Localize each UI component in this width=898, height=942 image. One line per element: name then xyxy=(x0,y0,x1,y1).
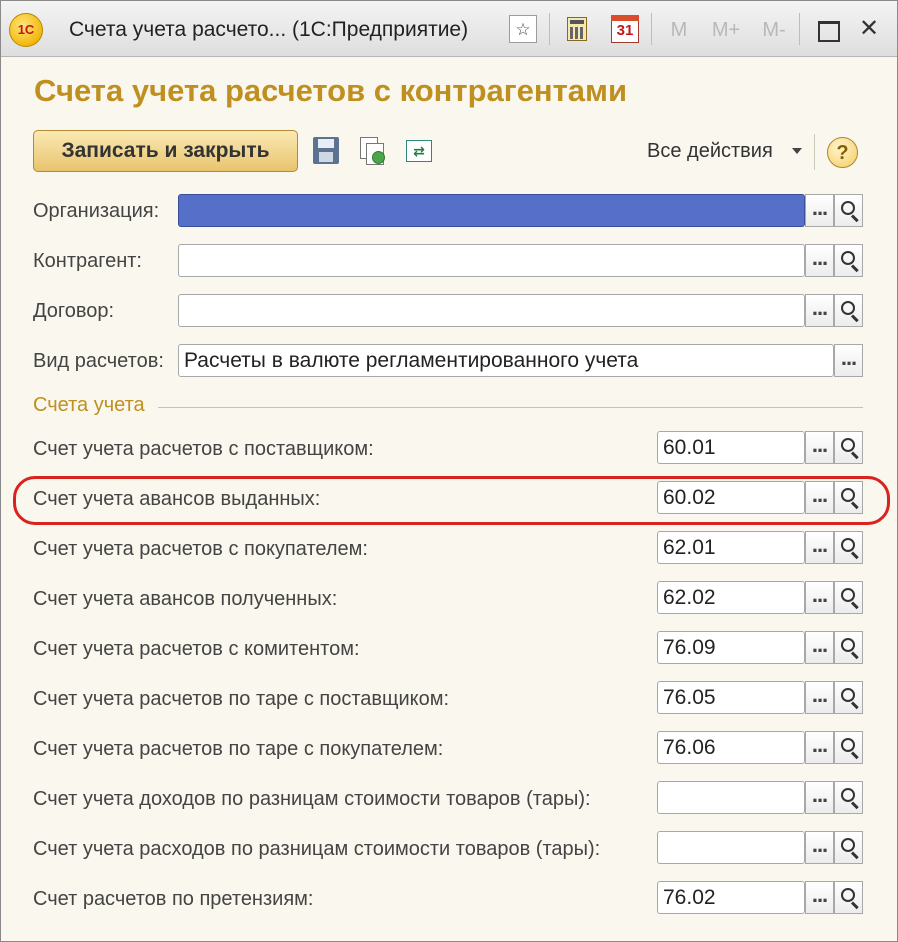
contract-choose-button[interactable]: ... xyxy=(805,294,834,327)
copy-documents-icon[interactable] xyxy=(358,135,388,167)
account-label: Счет учета расходов по разницам стоимост… xyxy=(33,838,601,860)
account-field[interactable]: 76.09 xyxy=(657,631,805,664)
page-title: Счета учета расчетов с контрагентами xyxy=(34,73,628,108)
memory-m-button[interactable]: M xyxy=(665,16,693,44)
floppy-disk-icon[interactable] xyxy=(311,135,341,167)
account-label: Счет учета расчетов с поставщиком: xyxy=(33,438,374,460)
window-title: Счета учета расчето... (1С:Предприятие) xyxy=(69,18,469,41)
title-separator xyxy=(799,13,800,45)
account-choose-button[interactable]: ... xyxy=(805,731,834,764)
magnifier-icon[interactable] xyxy=(834,681,863,714)
magnifier-icon[interactable] xyxy=(834,531,863,564)
toolbar-separator xyxy=(814,134,815,170)
organization-choose-button[interactable]: ... xyxy=(805,194,834,227)
calculator-icon[interactable] xyxy=(563,15,591,43)
window: 1С Счета учета расчето... (1С:Предприяти… xyxy=(0,0,898,942)
settlement-type-field[interactable]: Расчеты в валюте регламентированного уче… xyxy=(178,344,834,377)
organization-field[interactable] xyxy=(178,194,805,227)
account-label: Счет расчетов по претензиям: xyxy=(33,888,314,910)
account-field[interactable]: 76.06 xyxy=(657,731,805,764)
magnifier-icon[interactable] xyxy=(834,194,863,227)
account-label: Счет учета расчетов по таре с поставщико… xyxy=(33,688,450,710)
counterparty-choose-button[interactable]: ... xyxy=(805,244,834,277)
account-choose-button[interactable]: ... xyxy=(805,681,834,714)
contract-label: Договор: xyxy=(33,300,115,322)
title-bar: 1С Счета учета расчето... (1С:Предприяти… xyxy=(1,1,897,57)
account-choose-button[interactable]: ... xyxy=(805,581,834,614)
account-field[interactable]: 76.05 xyxy=(657,681,805,714)
account-label: Счет учета расчетов по таре с покупателе… xyxy=(33,738,444,760)
account-field[interactable] xyxy=(657,781,805,814)
highlight-annotation xyxy=(13,476,890,525)
account-choose-button[interactable]: ... xyxy=(805,431,834,464)
save-and-close-button[interactable]: Записать и закрыть xyxy=(33,130,298,172)
settlement-type-choose-button[interactable]: ... xyxy=(834,344,863,377)
accounts-group-title: Счета учета xyxy=(33,394,145,416)
magnifier-icon[interactable] xyxy=(834,431,863,464)
account-field[interactable]: 76.02 xyxy=(657,881,805,914)
account-choose-button[interactable]: ... xyxy=(805,531,834,564)
account-field[interactable] xyxy=(657,831,805,864)
account-label: Счет учета расчетов с покупателем: xyxy=(33,538,368,560)
contract-field[interactable] xyxy=(178,294,805,327)
account-choose-button[interactable]: ... xyxy=(805,881,834,914)
magnifier-icon[interactable] xyxy=(834,294,863,327)
magnifier-icon[interactable] xyxy=(834,881,863,914)
counterparty-label: Контрагент: xyxy=(33,250,142,272)
app-logo-icon: 1С xyxy=(9,13,43,47)
title-separator xyxy=(651,13,652,45)
organization-label: Организация: xyxy=(33,200,160,222)
title-separator xyxy=(549,13,550,45)
maximize-icon[interactable] xyxy=(813,15,841,43)
chevron-down-icon[interactable] xyxy=(792,148,802,154)
memory-plus-button[interactable]: M+ xyxy=(707,16,745,44)
memory-minus-button[interactable]: M- xyxy=(755,16,793,44)
account-field[interactable]: 62.01 xyxy=(657,531,805,564)
magnifier-icon[interactable] xyxy=(834,244,863,277)
star-icon[interactable]: ☆ xyxy=(509,15,537,43)
magnifier-icon[interactable] xyxy=(834,731,863,764)
magnifier-icon[interactable] xyxy=(834,631,863,664)
account-label: Счет учета авансов полученных: xyxy=(33,588,338,610)
close-icon[interactable]: ✕ xyxy=(855,15,883,43)
magnifier-icon[interactable] xyxy=(834,581,863,614)
account-choose-button[interactable]: ... xyxy=(805,631,834,664)
account-field[interactable]: 62.02 xyxy=(657,581,805,614)
magnifier-icon[interactable] xyxy=(834,781,863,814)
magnifier-icon[interactable] xyxy=(834,831,863,864)
exchange-icon[interactable]: ⇄ xyxy=(404,135,434,167)
account-choose-button[interactable]: ... xyxy=(805,831,834,864)
account-label: Счет учета доходов по разницам стоимости… xyxy=(33,788,591,810)
help-icon[interactable]: ? xyxy=(827,137,858,168)
calendar-icon[interactable]: 31 xyxy=(611,15,639,43)
account-choose-button[interactable]: ... xyxy=(805,781,834,814)
account-field[interactable]: 60.01 xyxy=(657,431,805,464)
account-label: Счет учета расчетов с комитентом: xyxy=(33,638,360,660)
counterparty-field[interactable] xyxy=(178,244,805,277)
group-divider xyxy=(158,407,863,408)
settlement-type-label: Вид расчетов: xyxy=(33,350,164,372)
all-actions-menu[interactable]: Все действия xyxy=(647,140,773,163)
